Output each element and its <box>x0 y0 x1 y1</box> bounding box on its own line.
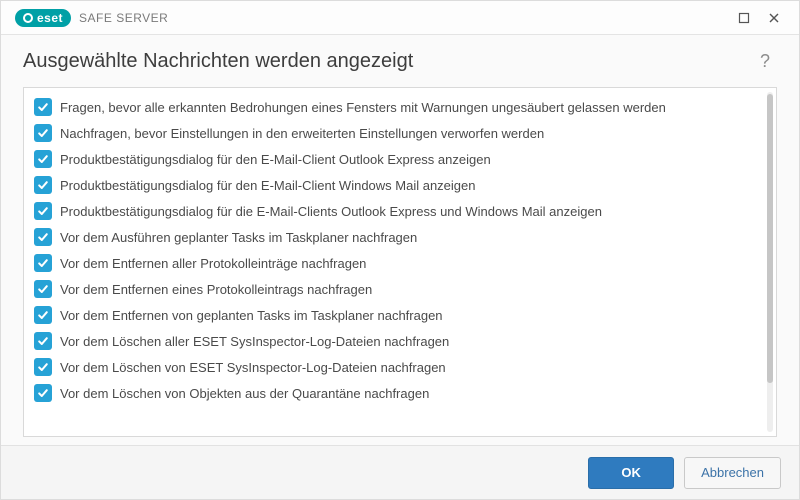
maximize-icon <box>738 12 750 24</box>
ok-button-label: OK <box>621 465 641 480</box>
checkbox[interactable] <box>34 306 52 324</box>
option-row[interactable]: Vor dem Löschen von ESET SysInspector-Lo… <box>32 354 760 380</box>
scrollbar[interactable] <box>767 92 773 432</box>
ok-button[interactable]: OK <box>588 457 674 489</box>
checkbox[interactable] <box>34 124 52 142</box>
brand-logo: eset <box>15 9 71 27</box>
option-label: Vor dem Ausführen geplanter Tasks im Tas… <box>60 230 417 245</box>
scrollbar-thumb[interactable] <box>767 94 773 383</box>
checkbox[interactable] <box>34 98 52 116</box>
options-list[interactable]: Fragen, bevor alle erkannten Bedrohungen… <box>24 88 764 436</box>
checkbox[interactable] <box>34 280 52 298</box>
dialog-footer: OK Abbrechen <box>1 445 799 499</box>
cancel-button[interactable]: Abbrechen <box>684 457 781 489</box>
checkbox[interactable] <box>34 202 52 220</box>
checkbox[interactable] <box>34 384 52 402</box>
options-panel: Fragen, bevor alle erkannten Bedrohungen… <box>23 87 777 437</box>
option-row[interactable]: Vor dem Löschen von Objekten aus der Qua… <box>32 380 760 406</box>
option-row[interactable]: Vor dem Ausführen geplanter Tasks im Tas… <box>32 224 760 250</box>
option-row[interactable]: Produktbestätigungsdialog für die E-Mail… <box>32 198 760 224</box>
option-row[interactable]: Vor dem Entfernen von geplanten Tasks im… <box>32 302 760 328</box>
checkbox[interactable] <box>34 332 52 350</box>
help-icon: ? <box>760 51 770 72</box>
brand-badge-text: eset <box>37 11 63 25</box>
option-row[interactable]: Vor dem Löschen aller ESET SysInspector-… <box>32 328 760 354</box>
option-row[interactable]: Fragen, bevor alle erkannten Bedrohungen… <box>32 94 760 120</box>
option-label: Produktbestätigungsdialog für den E-Mail… <box>60 178 476 193</box>
option-row[interactable]: Nachfragen, bevor Einstellungen in den e… <box>32 120 760 146</box>
brand-logo-icon <box>23 13 33 23</box>
checkbox[interactable] <box>34 228 52 246</box>
window-close-button[interactable] <box>759 5 789 31</box>
option-row[interactable]: Produktbestätigungsdialog für den E-Mail… <box>32 146 760 172</box>
option-label: Vor dem Entfernen von geplanten Tasks im… <box>60 308 443 323</box>
checkbox[interactable] <box>34 150 52 168</box>
option-label: Produktbestätigungsdialog für den E-Mail… <box>60 152 491 167</box>
option-label: Nachfragen, bevor Einstellungen in den e… <box>60 126 544 141</box>
option-label: Vor dem Löschen von Objekten aus der Qua… <box>60 386 429 401</box>
checkbox[interactable] <box>34 176 52 194</box>
option-row[interactable]: Vor dem Entfernen aller Protokolleinträg… <box>32 250 760 276</box>
titlebar: eset SAFE SERVER <box>1 1 799 35</box>
product-name: SAFE SERVER <box>79 11 168 25</box>
cancel-button-label: Abbrechen <box>701 465 764 480</box>
option-label: Fragen, bevor alle erkannten Bedrohungen… <box>60 100 666 115</box>
dialog-header: Ausgewählte Nachrichten werden angezeigt… <box>1 35 799 83</box>
checkbox[interactable] <box>34 254 52 272</box>
option-label: Produktbestätigungsdialog für die E-Mail… <box>60 204 602 219</box>
close-icon <box>768 12 780 24</box>
option-label: Vor dem Löschen aller ESET SysInspector-… <box>60 334 449 349</box>
option-label: Vor dem Entfernen aller Protokolleinträg… <box>60 256 366 271</box>
help-button[interactable]: ? <box>753 49 777 73</box>
option-row[interactable]: Produktbestätigungsdialog für den E-Mail… <box>32 172 760 198</box>
dialog-title: Ausgewählte Nachrichten werden angezeigt <box>23 50 413 73</box>
checkbox[interactable] <box>34 358 52 376</box>
window-maximize-button[interactable] <box>729 5 759 31</box>
option-label: Vor dem Entfernen eines Protokolleintrag… <box>60 282 372 297</box>
option-label: Vor dem Löschen von ESET SysInspector-Lo… <box>60 360 446 375</box>
option-row[interactable]: Vor dem Entfernen eines Protokolleintrag… <box>32 276 760 302</box>
